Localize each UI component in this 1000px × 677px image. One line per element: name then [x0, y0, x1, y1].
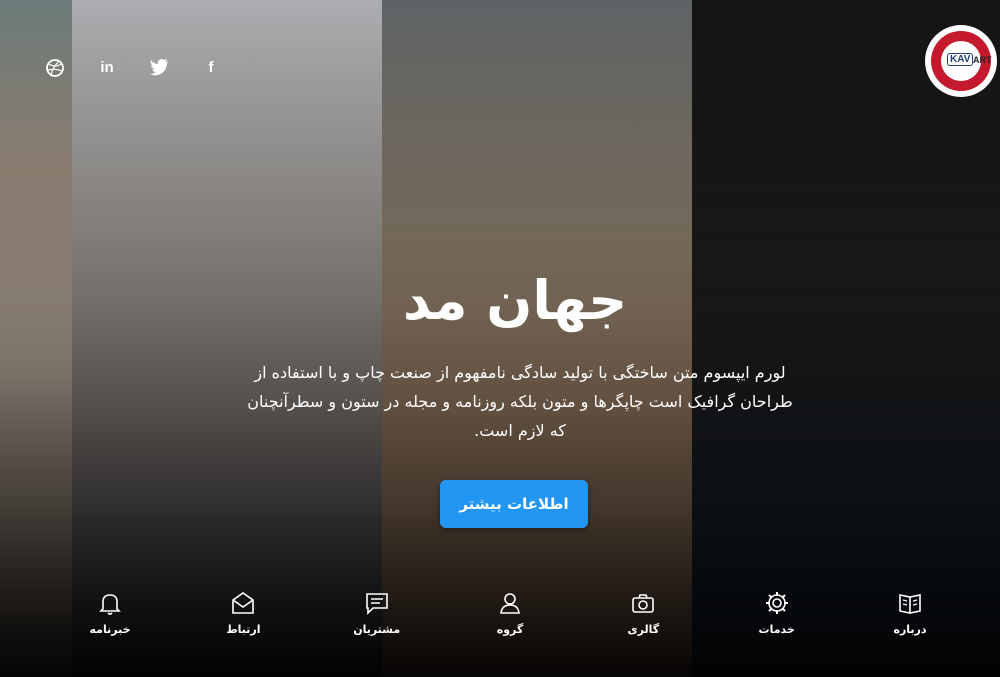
more-info-button[interactable]: اطلاعات بیشتر: [440, 480, 588, 528]
users-icon: [460, 590, 560, 620]
nav-label: گروه: [496, 623, 524, 636]
gear-icon: [727, 590, 827, 620]
hero-page: in f KAV ART جهان مد لورم ایپسوم متن ساخ…: [0, 0, 1000, 677]
nav-label: درباره: [893, 623, 927, 636]
nav-label: مشتریان: [353, 623, 401, 636]
logo-sub: ART: [973, 55, 992, 65]
hero-description: لورم ایپسوم متن ساختگی با تولید سادگی نا…: [247, 363, 793, 440]
nav-item-gallery[interactable]: گالری: [593, 590, 693, 636]
nav-item-contact[interactable]: ارتباط: [193, 590, 293, 636]
logo-mark: KAV: [947, 53, 974, 66]
twitter-icon[interactable]: [148, 58, 170, 78]
nav-label: ارتباط: [226, 623, 261, 636]
hero-title: جهان مد: [402, 269, 628, 332]
chat-icon: [327, 590, 427, 620]
camera-icon: [593, 590, 693, 620]
facebook-icon[interactable]: f: [200, 58, 222, 78]
nav-label: گالری: [627, 623, 660, 636]
mail-icon: [193, 590, 293, 620]
dark-overlay: [0, 0, 1000, 677]
bottom-nav: درباره خدمات گالری گروه مشتریان ارتباط خ…: [60, 590, 960, 636]
linkedin-icon[interactable]: in: [96, 58, 118, 78]
social-links: in f: [44, 58, 222, 78]
bell-icon: [60, 590, 160, 620]
nav-label: خدمات: [758, 623, 795, 636]
nav-item-team[interactable]: گروه: [460, 590, 560, 636]
dribbble-icon[interactable]: [44, 58, 66, 78]
brand-logo[interactable]: KAV ART: [925, 25, 997, 97]
nav-label: خبرنامه: [89, 623, 131, 636]
nav-item-newsletter[interactable]: خبرنامه: [60, 590, 160, 636]
nav-item-clients[interactable]: مشتریان: [327, 590, 427, 636]
nav-item-services[interactable]: خدمات: [727, 590, 827, 636]
book-icon: [860, 590, 960, 620]
nav-item-about[interactable]: درباره: [860, 590, 960, 636]
